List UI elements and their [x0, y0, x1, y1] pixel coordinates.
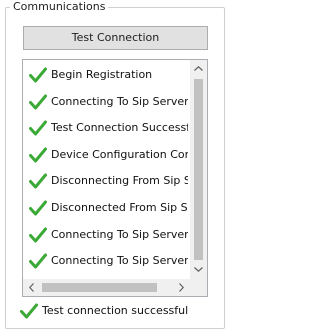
horizontal-scrollbar[interactable] — [23, 279, 207, 296]
green-check-icon — [29, 227, 47, 243]
list-item-text: Device Configuration Complete — [51, 147, 188, 161]
status-text: Test connection successful — [42, 304, 189, 317]
green-check-icon — [29, 253, 47, 269]
green-check-icon — [20, 303, 38, 319]
list-item-text: Connecting To Sip Server — [51, 227, 188, 241]
list-item-text: Connecting To Sip Server — [51, 254, 188, 268]
green-check-icon — [29, 120, 47, 136]
scroll-down-arrow-icon[interactable] — [190, 261, 207, 278]
list-item[interactable]: Connecting To Sip Server — [23, 222, 188, 248]
list-item[interactable]: Connecting To Sip Server — [23, 89, 188, 115]
horizontal-scroll-thumb[interactable] — [42, 283, 157, 292]
scroll-up-arrow-icon[interactable] — [190, 60, 207, 77]
list-item-text: Test Connection Successful — [51, 121, 188, 135]
vertical-scroll-thumb[interactable] — [194, 79, 203, 260]
list-item[interactable]: Device Configuration Complete — [23, 142, 188, 168]
group-title: Communications — [10, 0, 109, 13]
green-check-icon — [29, 173, 47, 189]
list-item-text: Disconnected From Sip Server — [51, 201, 188, 214]
green-check-icon — [29, 67, 47, 83]
log-listbox[interactable]: Begin Registration Connecting To Sip Serv… — [22, 59, 208, 297]
green-check-icon — [29, 200, 47, 216]
list-item[interactable]: Test Connection Successful — [23, 115, 188, 141]
green-check-icon — [29, 94, 47, 110]
test-connection-button[interactable]: Test Connection — [23, 26, 208, 50]
status-row: Test connection successful — [20, 303, 188, 319]
vertical-scrollbar[interactable] — [190, 60, 207, 296]
list-item-text: Connecting To Sip Server — [51, 94, 188, 108]
list-item[interactable]: Disconnecting From Sip Server — [23, 168, 188, 194]
scrollbar-corner — [190, 279, 207, 296]
list-item[interactable]: Begin Registration — [23, 62, 188, 88]
scroll-left-arrow-icon[interactable] — [23, 279, 40, 296]
scroll-right-arrow-icon[interactable] — [173, 279, 190, 296]
list-item[interactable]: Connecting To Sip Server — [23, 248, 188, 274]
green-check-icon — [29, 147, 47, 163]
list-item-text: Begin Registration — [51, 68, 153, 81]
list-item[interactable]: Disconnected From Sip Server — [23, 195, 188, 221]
list-item-text: Disconnecting From Sip Server — [51, 174, 188, 188]
